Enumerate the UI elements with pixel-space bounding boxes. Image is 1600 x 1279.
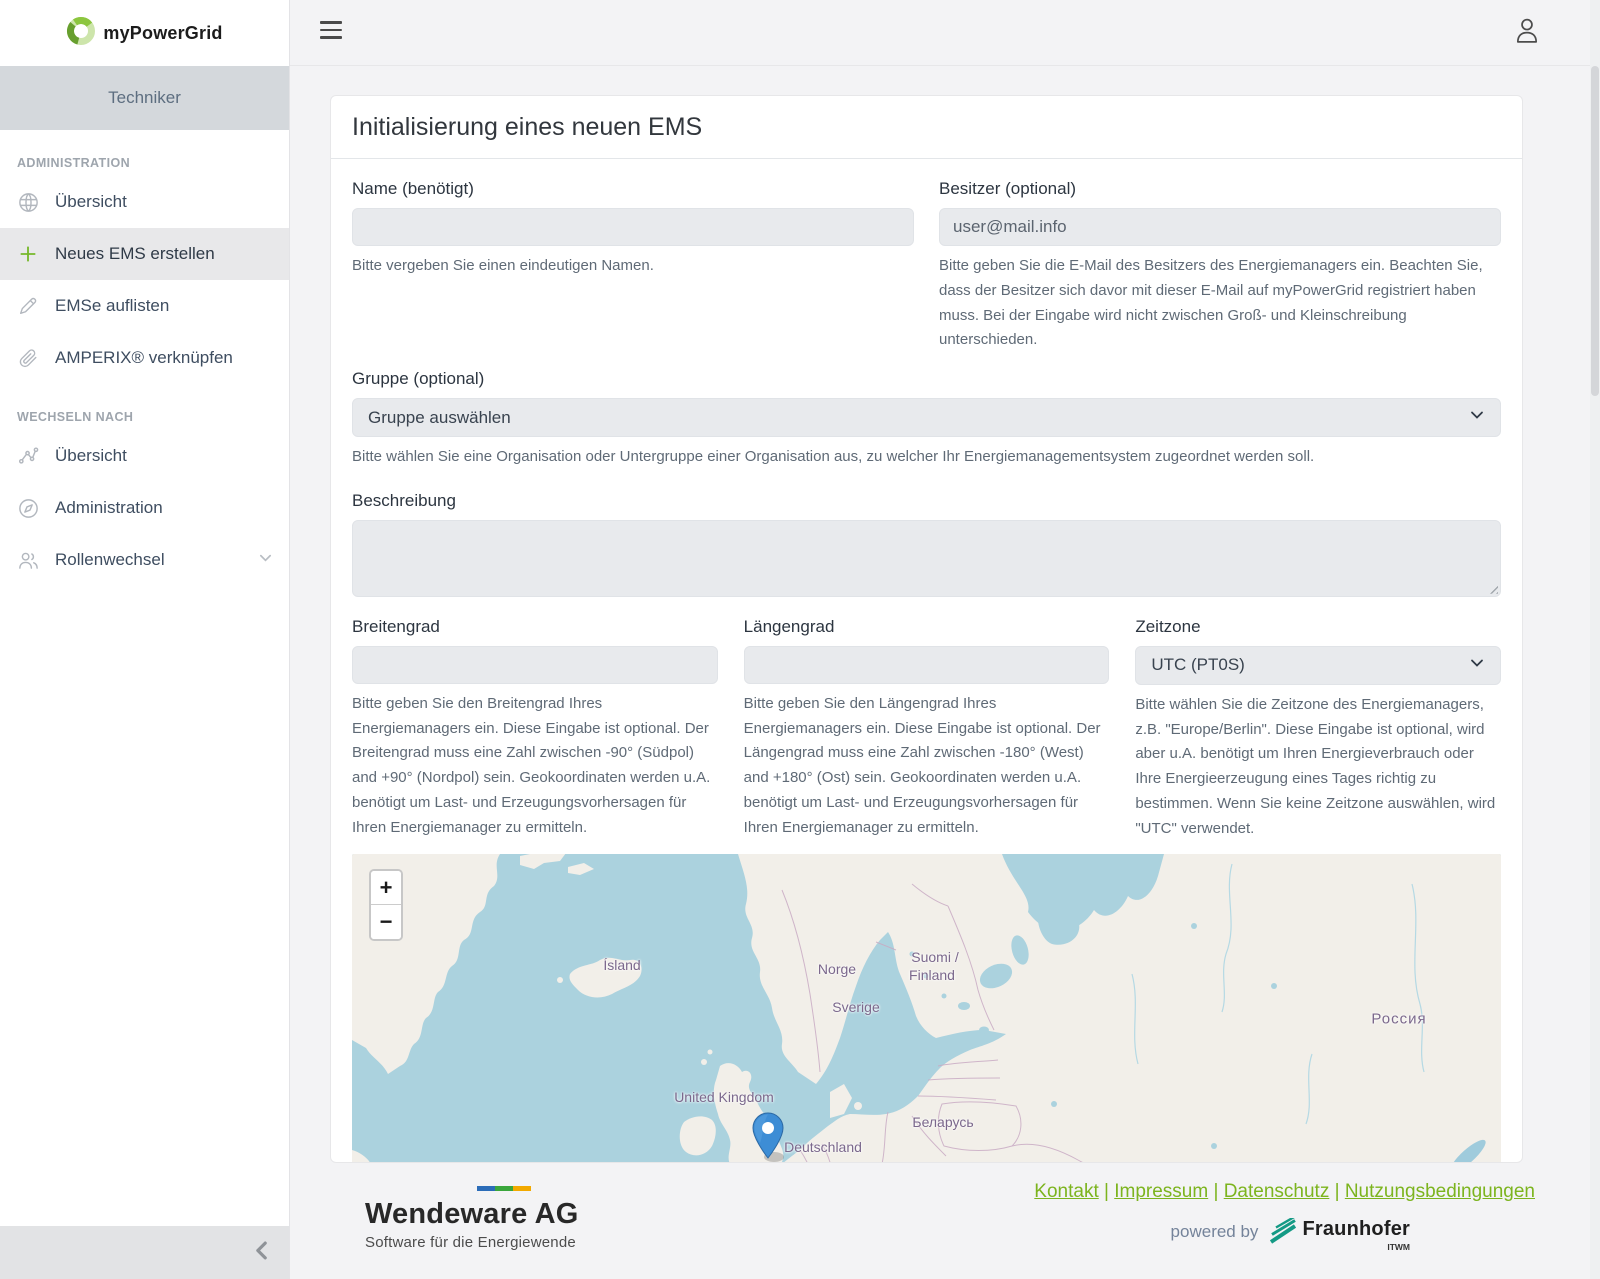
sidebar-item-uebersicht-wechseln[interactable]: Übersicht <box>0 430 289 482</box>
sidebar-item-neues-ems[interactable]: Neues EMS erstellen <box>0 228 289 280</box>
ems-init-card: Initialisierung eines neuen EMS Name (be… <box>330 95 1523 1163</box>
plus-icon <box>16 242 40 266</box>
sidebar-item-administration[interactable]: Administration <box>0 482 289 534</box>
section-administration: ADMINISTRATION <box>17 156 289 170</box>
field-longitude: Längengrad Bitte geben Sie den Längengra… <box>744 617 1110 842</box>
sidebar-item-label: Übersicht <box>55 446 127 466</box>
sidebar-item-label: EMSe auflisten <box>55 296 169 316</box>
sidebar-item-emse-auflisten[interactable]: EMSe auflisten <box>0 280 289 332</box>
app-root: myPowerGrid Techniker ADMINISTRATION Übe… <box>0 0 1600 1279</box>
wendeware-logo: Wendeware AG Software für die Energiewen… <box>365 1186 579 1251</box>
wendeware-color-bar-icon <box>477 1186 531 1191</box>
owner-input[interactable] <box>939 208 1501 246</box>
field-group: Gruppe (optional) Gruppe auswählen Bitte… <box>352 369 1501 470</box>
role-bar: Techniker <box>0 66 289 130</box>
page-title: Initialisierung eines neuen EMS <box>352 113 1501 142</box>
zoom-in-button[interactable]: + <box>371 871 401 905</box>
ems-form: Name (benötigt) Bitte vergeben Sie einen… <box>331 159 1522 1163</box>
sidebar-item-label: AMPERIX® verknüpfen <box>55 348 233 368</box>
description-textarea[interactable] <box>352 520 1501 597</box>
pencil-icon <box>16 294 40 318</box>
page-scrollbar[interactable] <box>1590 0 1600 1279</box>
fraunhofer-logo: Fraunhofer ITWM <box>1270 1218 1410 1252</box>
fraunhofer-name: Fraunhofer <box>1302 1218 1410 1241</box>
timezone-select-value: UTC (PT0S) <box>1151 655 1245 675</box>
chevron-down-icon <box>1469 655 1485 676</box>
latitude-label: Breitengrad <box>352 617 718 637</box>
globe-icon <box>16 190 40 214</box>
fraunhofer-stripes-icon <box>1270 1218 1296 1244</box>
link-datenschutz[interactable]: Datenschutz <box>1224 1181 1330 1202</box>
location-map[interactable]: Ísland Norge Suomi / Finland Sverige Uni… <box>352 854 1501 1163</box>
topbar <box>290 0 1600 66</box>
map-zoom-control: + − <box>369 869 403 941</box>
name-input[interactable] <box>352 208 914 246</box>
description-label: Beschreibung <box>352 491 1501 511</box>
latitude-help: Bitte geben Sie den Breitengrad Ihres En… <box>352 692 718 841</box>
link-nutzungsbedingungen[interactable]: Nutzungsbedingungen <box>1345 1181 1535 1202</box>
sidebar-item-label: Übersicht <box>55 192 127 212</box>
field-latitude: Breitengrad Bitte geben Sie den Breiteng… <box>352 617 718 842</box>
app-title: myPowerGrid <box>103 23 222 44</box>
company-name: Wendeware AG <box>365 1198 579 1231</box>
company-tagline: Software für die Energiewende <box>365 1234 579 1251</box>
chevron-down-icon <box>258 550 273 570</box>
sidebar-item-rollenwechsel[interactable]: Rollenwechsel <box>0 534 289 586</box>
longitude-help: Bitte geben Sie den Längengrad Ihres Ene… <box>744 692 1110 841</box>
fraunhofer-itwm: ITWM <box>1387 1242 1410 1252</box>
name-help: Bitte vergeben Sie einen eindeutigen Nam… <box>352 254 914 279</box>
group-label: Gruppe (optional) <box>352 369 1501 389</box>
field-owner: Besitzer (optional) Bitte geben Sie die … <box>939 179 1501 353</box>
compass-icon <box>16 496 40 520</box>
users-icon <box>16 548 40 572</box>
sidebar: myPowerGrid Techniker ADMINISTRATION Übe… <box>0 0 290 1279</box>
sidebar-item-label: Neues EMS erstellen <box>55 244 215 264</box>
name-label: Name (benötigt) <box>352 179 914 199</box>
paperclip-icon <box>16 346 40 370</box>
user-account-button[interactable] <box>1514 16 1540 49</box>
brand-logo[interactable]: myPowerGrid <box>0 0 289 66</box>
timezone-label: Zeitzone <box>1135 617 1501 637</box>
scrollbar-thumb[interactable] <box>1591 66 1599 396</box>
owner-label: Besitzer (optional) <box>939 179 1501 199</box>
main-area: Initialisierung eines neuen EMS Name (be… <box>290 0 1600 1279</box>
footer-links: Kontakt | Impressum | Datenschutz | Nutz… <box>1034 1181 1535 1203</box>
field-description: Beschreibung <box>352 491 1501 597</box>
powered-by-label: powered by <box>1171 1222 1259 1242</box>
field-name: Name (benötigt) Bitte vergeben Sie einen… <box>352 179 914 353</box>
chevron-down-icon <box>1469 407 1485 428</box>
group-help: Bitte wählen Sie eine Organisation oder … <box>352 445 1501 470</box>
powered-by: powered by Fraunhofer ITWM <box>1171 1218 1410 1252</box>
owner-help: Bitte geben Sie die E-Mail des Besitzers… <box>939 254 1501 353</box>
section-wechseln-nach: WECHSELN NACH <box>17 410 289 424</box>
zoom-out-button[interactable]: − <box>371 905 401 939</box>
sidebar-item-label: Administration <box>55 498 163 518</box>
menu-toggle-button[interactable] <box>320 21 342 44</box>
group-select-value: Gruppe auswählen <box>368 408 511 428</box>
longitude-input[interactable] <box>744 646 1110 684</box>
group-select[interactable]: Gruppe auswählen <box>352 398 1501 437</box>
card-title-row: Initialisierung eines neuen EMS <box>331 96 1522 159</box>
sidebar-collapse-button[interactable] <box>0 1226 289 1279</box>
network-icon <box>16 444 40 468</box>
longitude-label: Längengrad <box>744 617 1110 637</box>
chevron-left-icon <box>253 1241 269 1265</box>
mypowergrid-logo-icon <box>66 16 96 51</box>
link-impressum[interactable]: Impressum <box>1114 1181 1208 1202</box>
link-kontakt[interactable]: Kontakt <box>1034 1181 1098 1202</box>
latitude-input[interactable] <box>352 646 718 684</box>
sidebar-item-uebersicht-admin[interactable]: Übersicht <box>0 176 289 228</box>
map-marker-pin[interactable] <box>751 1112 785 1163</box>
timezone-help: Bitte wählen Sie die Zeitzone des Energi… <box>1135 693 1501 842</box>
field-timezone: Zeitzone UTC (PT0S) Bitte wählen Sie die… <box>1135 617 1501 842</box>
map-tiles <box>352 854 1501 1163</box>
sidebar-item-amperix-verknuepfen[interactable]: AMPERIX® verknüpfen <box>0 332 289 384</box>
sidebar-item-label: Rollenwechsel <box>55 550 165 570</box>
role-label: Techniker <box>108 88 181 108</box>
timezone-select[interactable]: UTC (PT0S) <box>1135 646 1501 685</box>
